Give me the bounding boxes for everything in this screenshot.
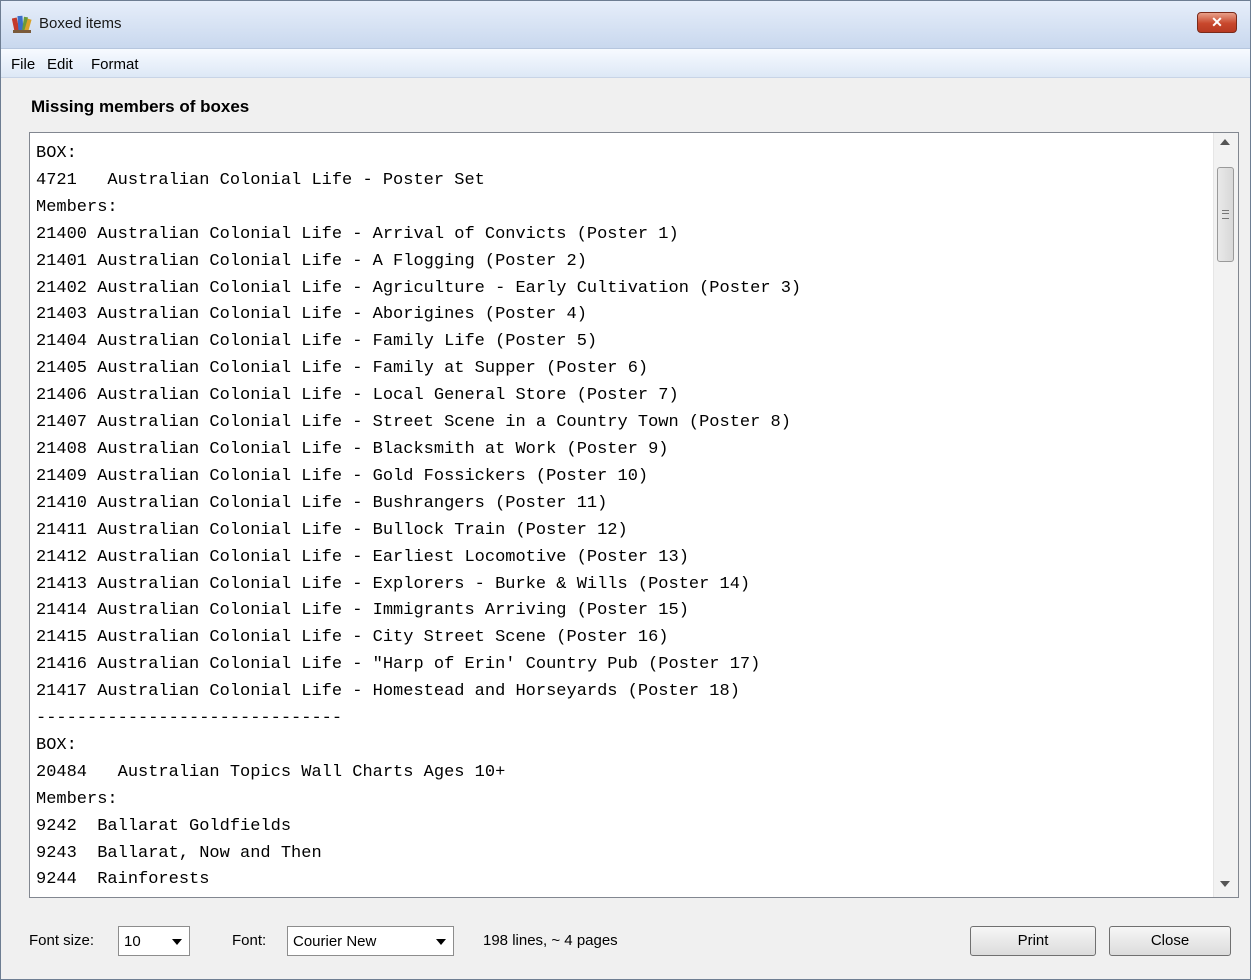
text-line: Members: (36, 197, 118, 217)
menu-edit[interactable]: Edit (47, 56, 73, 73)
font-size-select[interactable]: 10 (118, 926, 190, 956)
text-line: 21402 Australian Colonial Life - Agricul… (36, 278, 802, 298)
text-line: 21404 Australian Colonial Life - Family … (36, 332, 598, 352)
bottom-control-bar: Font size: 10 Font: Courier New 198 line… (1, 911, 1250, 971)
text-line: 21410 Australian Colonial Life - Bushran… (36, 493, 608, 513)
text-line: 21416 Australian Colonial Life - "Harp o… (36, 655, 761, 675)
chevron-down-icon (436, 939, 446, 945)
text-line: 21406 Australian Colonial Life - Local G… (36, 386, 679, 406)
chevron-down-icon (172, 939, 182, 945)
text-line: 21400 Australian Colonial Life - Arrival… (36, 224, 679, 244)
text-line: 21414 Australian Colonial Life - Immigra… (36, 601, 689, 621)
font-value: Courier New (293, 933, 377, 950)
font-size-value: 10 (124, 933, 141, 950)
close-button[interactable]: Close (1109, 926, 1231, 956)
text-line: 21409 Australian Colonial Life - Gold Fo… (36, 466, 649, 486)
status-text: 198 lines, ~ 4 pages (483, 932, 618, 949)
app-icon (12, 15, 32, 33)
scroll-up-arrow-icon[interactable] (1220, 139, 1230, 145)
menu-bar: File Edit Format (1, 49, 1250, 78)
font-size-label: Font size: (29, 932, 95, 949)
text-line: 21412 Australian Colonial Life - Earlies… (36, 547, 689, 567)
title-bar[interactable]: Boxed items ✕ (1, 1, 1250, 49)
scroll-down-arrow-icon[interactable] (1220, 881, 1230, 887)
text-line: 21417 Australian Colonial Life - Homeste… (36, 682, 740, 702)
text-line: ------------------------------ (36, 709, 343, 729)
text-line: Members: (36, 789, 118, 809)
text-line: BOX: (36, 735, 77, 755)
menu-file[interactable]: File (11, 56, 35, 73)
text-line: 9242 Ballarat Goldfields (36, 816, 292, 836)
menu-format[interactable]: Format (91, 56, 139, 73)
text-line: 21411 Australian Colonial Life - Bullock… (36, 520, 628, 540)
text-line: 21401 Australian Colonial Life - A Flogg… (36, 251, 587, 271)
text-line: 9244 Rainforests (36, 870, 210, 890)
text-line: 21413 Australian Colonial Life - Explore… (36, 574, 751, 594)
boxed-items-window: Boxed items ✕ File Edit Format Missing m… (0, 0, 1251, 980)
vertical-scrollbar[interactable] (1213, 133, 1238, 897)
scrollbar-grip-icon (1222, 210, 1229, 219)
text-line: 21405 Australian Colonial Life - Family … (36, 359, 649, 379)
text-line: 21415 Australian Colonial Life - City St… (36, 628, 669, 648)
text-line: 9243 Ballarat, Now and Then (36, 843, 322, 863)
text-line: 21408 Australian Colonial Life - Blacksm… (36, 439, 669, 459)
report-text-area[interactable]: BOX: 4721 Australian Colonial Life - Post… (29, 132, 1239, 898)
window-close-button[interactable]: ✕ (1197, 12, 1237, 33)
text-line: 4721 Australian Colonial Life - Poster S… (36, 170, 485, 190)
scrollbar-thumb[interactable] (1217, 167, 1234, 262)
close-icon: ✕ (1211, 14, 1223, 30)
text-line: BOX: (36, 144, 77, 163)
text-line: 20484 Australian Topics Wall Charts Ages… (36, 762, 506, 782)
font-select[interactable]: Courier New (287, 926, 454, 956)
window-title: Boxed items (39, 15, 122, 32)
text-line: 21407 Australian Colonial Life - Street … (36, 413, 791, 433)
report-text-lines: BOX: 4721 Australian Colonial Life - Post… (36, 141, 801, 894)
font-label: Font: (232, 932, 267, 949)
page-title: Missing members of boxes (31, 97, 250, 116)
text-line: 21403 Australian Colonial Life - Aborigi… (36, 305, 587, 325)
print-button[interactable]: Print (970, 926, 1096, 956)
